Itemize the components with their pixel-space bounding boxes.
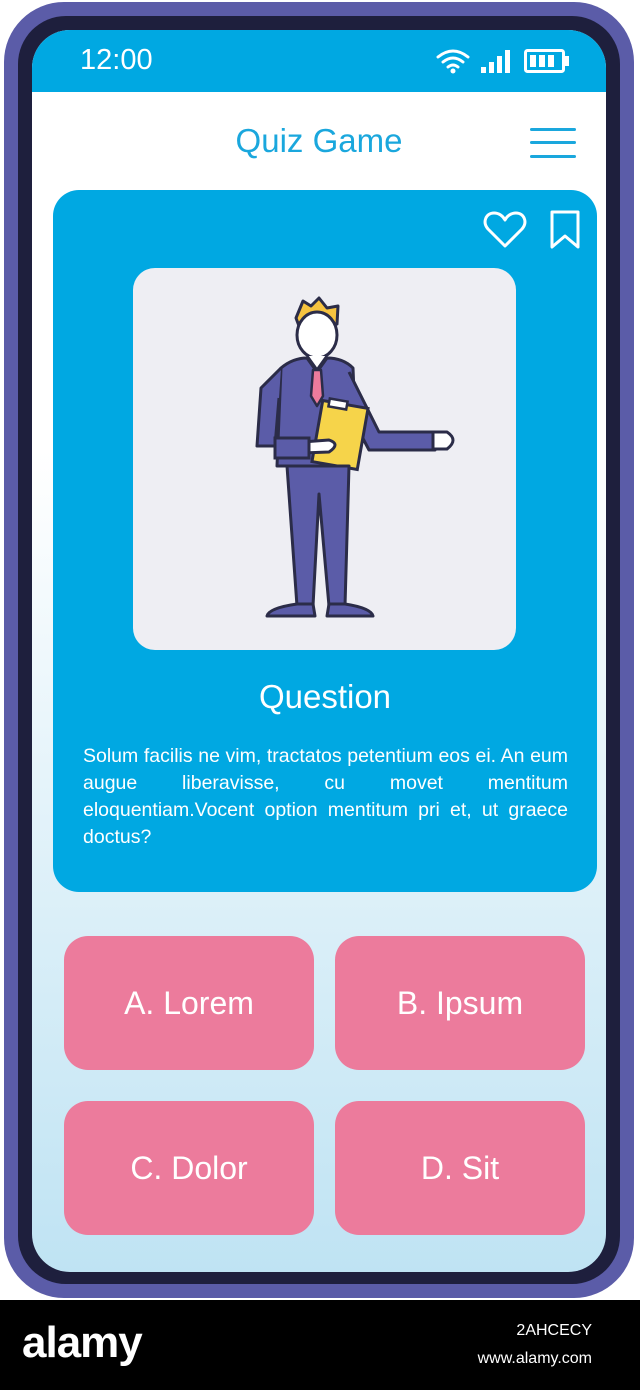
watermark-url: www.alamy.com (477, 1350, 592, 1367)
question-title: Question (258, 678, 392, 715)
watermark-image-id: 2AHCECY (516, 1322, 592, 1339)
phone-screen: 12:00 Quiz Game Question Solum facilis n… (32, 30, 606, 1272)
heart-icon[interactable] (483, 210, 527, 250)
bookmark-icon[interactable] (549, 210, 581, 250)
phone-frame: 12:00 Quiz Game Question Solum facilis n… (4, 2, 634, 1298)
question-illustration (133, 268, 516, 650)
businessman-presenter-icon (255, 296, 455, 618)
card-actions (483, 210, 581, 250)
answer-a-button[interactable]: A. Lorem (64, 936, 314, 1070)
signal-icon (481, 50, 510, 73)
status-icons (436, 48, 570, 74)
question-text: Solum facilis ne vim, tractatos petentiu… (83, 745, 568, 848)
answer-b-button[interactable]: B. Ipsum (335, 936, 585, 1070)
answer-d-button[interactable]: D. Sit (335, 1101, 585, 1235)
status-time: 12:00 (80, 44, 153, 76)
battery-icon (524, 49, 569, 73)
answer-c-button[interactable]: C. Dolor (64, 1101, 314, 1235)
question-card: Question Solum facilis ne vim, tractatos… (53, 190, 597, 892)
hamburger-menu-icon[interactable] (530, 128, 576, 158)
wifi-icon (436, 49, 470, 74)
app-header: Quiz Game (32, 92, 606, 190)
watermark-footer: alamy 2AHCECY www.alamy.com (0, 1300, 640, 1390)
status-bar: 12:00 (32, 30, 606, 92)
watermark-logo: alamy (22, 1318, 143, 1367)
app-title: Quiz Game (235, 122, 403, 159)
